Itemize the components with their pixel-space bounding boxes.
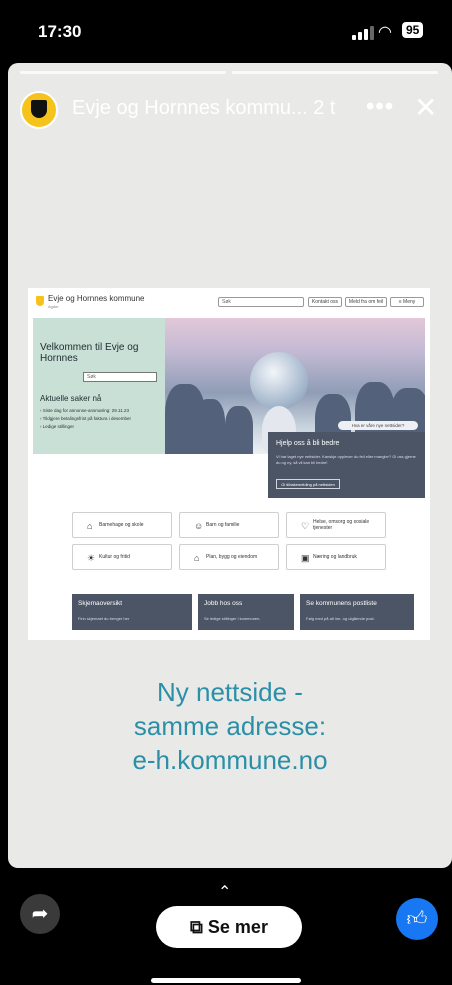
story-progress-2 — [232, 71, 438, 74]
family-icon: ☺ — [194, 521, 204, 531]
category-business: ▣ Næring og landbruk — [286, 544, 386, 570]
like-icon[interactable]: 👍︎ — [396, 898, 438, 940]
building-icon: ⌂ — [87, 521, 93, 531]
case-item: › Ledige stillinger — [40, 424, 75, 429]
site-button-contact: Kontakt oss — [308, 297, 342, 307]
category-health: ♡ Helse, omsorg og sosiale tjenester — [286, 512, 386, 538]
status-bar: 17:30 ◠ 95 — [0, 0, 452, 62]
cases-title: Aktuelle saker nå — [40, 394, 102, 403]
story-viewer[interactable]: Evje og Hornnes kommu... 2 t ••• ✕ Evje … — [8, 63, 452, 868]
story-bottom-bar: ➦ ⌃ ⧉ Se mer 👍︎ — [0, 868, 452, 985]
site-sub: Agder — [48, 304, 59, 309]
category-family: ☺ Barn og familie — [179, 512, 279, 538]
culture-icon: ☀ — [87, 553, 96, 563]
battery-icon: 95 — [402, 22, 424, 38]
category-kindergarten: ⌂ Barnehage og skole — [72, 512, 172, 538]
site-button-report: Meld fra om feil — [345, 297, 387, 307]
caption-line: Ny nettside - — [157, 677, 303, 707]
external-link-icon: ⧉ — [190, 917, 203, 937]
home-indicator[interactable] — [151, 978, 301, 983]
house-icon: ⌂ — [194, 553, 200, 563]
more-dots-icon[interactable]: ••• — [366, 93, 394, 121]
health-icon: ♡ — [301, 521, 310, 531]
coat-of-arms-icon — [36, 296, 44, 306]
hero-title: Velkommen til Evje og Hornnes — [40, 342, 139, 364]
caption-line: samme adresse: — [133, 711, 327, 741]
cellular-signal-icon — [352, 26, 374, 40]
story-progress-1 — [20, 71, 226, 74]
crystal-ball — [250, 352, 308, 410]
help-title: Hjelp oss å bli bedre — [276, 440, 340, 447]
share-icon[interactable]: ➦ — [20, 894, 60, 934]
help-button: Gi tilbakemelding på nettsiden — [276, 479, 340, 489]
new-site-tag: Hva er våre nye nettsider? — [338, 421, 418, 430]
card-postlist: Se kommunens postliste Følg med på alt i… — [300, 594, 414, 630]
case-item: › Tildgjere betalingsfrist på faktura i … — [40, 416, 132, 421]
category-culture: ☀ Kultur og fritid — [72, 544, 172, 570]
category-planning: ⌂ Plan, bygg og eiendom — [179, 544, 279, 570]
case-item: › Siste dag for annonse-ansmøring: 29.11… — [40, 408, 129, 413]
hero-panel: Velkommen til Evje og Hornnes Søk Aktuel… — [33, 318, 165, 454]
status-time: 17:30 — [38, 22, 82, 41]
wifi-icon: ◠ — [378, 24, 392, 41]
hero-search: Søk — [83, 372, 157, 382]
see-more-button[interactable]: ⧉ Se mer — [156, 906, 302, 948]
see-more-label: Se mer — [207, 917, 268, 937]
chevron-up-icon[interactable]: ⌃ — [218, 882, 231, 902]
story-author-title[interactable]: Evje og Hornnes kommu... 2 t — [72, 97, 335, 120]
site-search: Søk — [218, 297, 304, 307]
close-icon[interactable]: ✕ — [414, 91, 437, 124]
caption-line: e-h.kommune.no — [132, 745, 328, 775]
site-name: Evje og Hornnes kommune — [48, 294, 145, 303]
story-header: Evje og Hornnes kommu... 2 t ••• ✕ — [8, 83, 452, 135]
page-avatar[interactable] — [20, 91, 58, 129]
card-forms: Skjemaoversikt Finn skjemaet du trenger … — [72, 594, 192, 630]
site-button-menu: ≡ Meny — [390, 297, 424, 307]
card-jobs: Jobb hos oss Se ledige stillinger i komm… — [198, 594, 294, 630]
business-icon: ▣ — [301, 553, 310, 563]
website-screenshot: Evje og Hornnes kommune Agder Søk Kontak… — [28, 288, 430, 640]
help-text: Vi har laget nye nettsider. Kanskje oppl… — [276, 454, 416, 465]
story-caption: Ny nettside - samme adresse: e-h.kommune… — [8, 675, 452, 777]
help-card: Hjelp oss å bli bedre Vi har laget nye n… — [268, 432, 425, 498]
